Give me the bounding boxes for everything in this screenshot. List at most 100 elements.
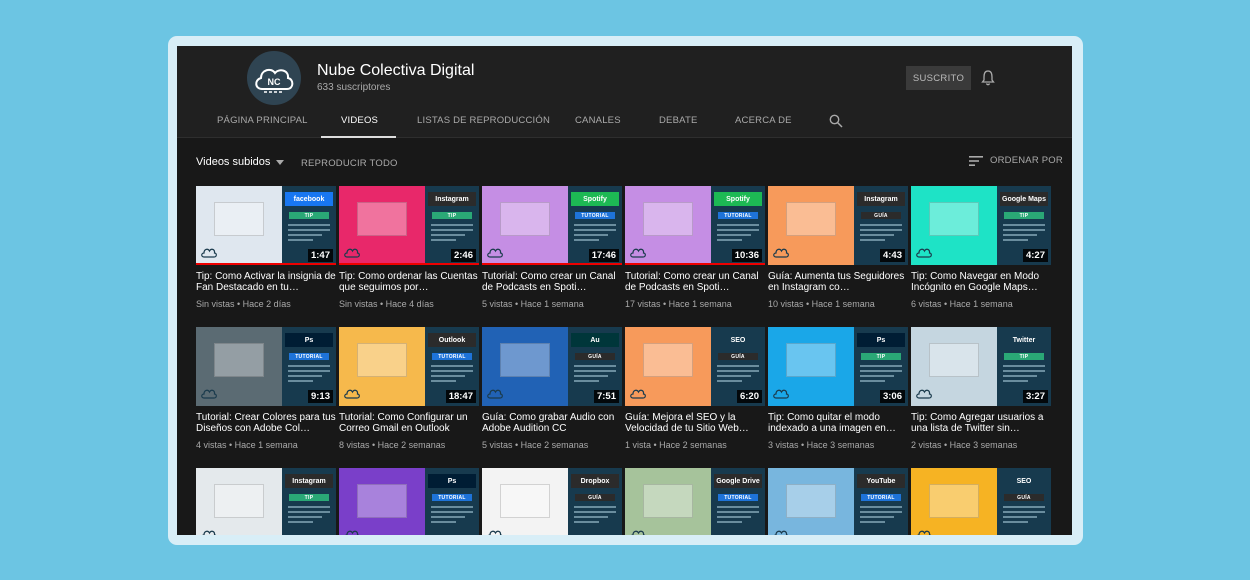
video-card[interactable]: Google Maps TIP 4:27 Tip: Como Navegar en M… [911, 186, 1051, 316]
subscriber-count: 633 suscriptores [317, 82, 391, 93]
video-title[interactable]: Tip: Como Activar la insignia de Fan Des… [196, 271, 336, 293]
video-thumbnail[interactable]: Google Maps TIP 4:27 [911, 186, 1051, 265]
thumbnail-art [196, 468, 282, 535]
video-card[interactable]: Spotify TUTORIAL 17:46 Tutorial: Como crear… [482, 186, 622, 316]
video-title[interactable]: Tutorial: Como crear un Canal de Podcast… [482, 271, 622, 293]
video-title[interactable]: Tip: Como Agregar usuarios a una lista d… [911, 412, 1051, 434]
video-thumbnail[interactable]: Instagram TIP 2:46 [339, 186, 479, 265]
video-card[interactable]: facebook TIP 1:47 Tip: Como Activar la insi… [196, 186, 336, 316]
video-title[interactable]: Guía: Aumenta tus Seguidores en Instagra… [768, 271, 908, 293]
video-thumbnail[interactable]: YouTube TUTORIAL [768, 468, 908, 535]
tab-discussion[interactable]: DEBATE [659, 115, 698, 126]
thumbnail-art [911, 327, 997, 406]
video-meta: 5 vistas • Hace 1 semana [482, 299, 584, 309]
video-title[interactable]: Guía: Mejora el SEO y la Velocidad de tu… [625, 412, 765, 434]
brand-badge: SEO [1000, 474, 1048, 488]
brand-badge: Spotify [714, 192, 762, 206]
video-card[interactable]: Spotify TUTORIAL 10:36 Tutorial: Como crear… [625, 186, 765, 316]
video-card[interactable]: Outlook TUTORIAL 18:47 Tutorial: Como Confi… [339, 327, 479, 457]
cloud-logo-icon [917, 530, 932, 535]
video-thumbnail[interactable]: Ps TUTORIAL 9:13 [196, 327, 336, 406]
video-thumbnail[interactable]: Dropbox GUÍA [482, 468, 622, 535]
thumbnail-info-panel: Ps TUTORIAL [425, 468, 479, 535]
video-card[interactable]: Ps TUTORIAL [339, 468, 479, 535]
video-type-tag: TUTORIAL [432, 353, 472, 360]
browser-frame: NC Nube Colectiva Digital 633 suscriptor… [168, 36, 1083, 545]
video-title[interactable]: Tutorial: Como crear un Canal de Podcast… [625, 271, 765, 293]
video-thumbnail[interactable]: SEO GUÍA 6:20 [625, 327, 765, 406]
thumbnail-caption-lines [574, 365, 616, 385]
video-duration: 9:13 [307, 390, 333, 403]
bell-icon[interactable] [981, 69, 995, 86]
video-card[interactable]: Dropbox GUÍA [482, 468, 622, 535]
thumbnail-art [625, 186, 711, 265]
video-type-tag: TUTORIAL [718, 494, 758, 501]
video-card[interactable]: Ps TIP 3:06 Tip: Como quitar el modo indexa… [768, 327, 908, 457]
video-card[interactable]: Instagram TIP 2:46 Tip: Como ordenar las Cu… [339, 186, 479, 316]
brand-badge: YouTube [857, 474, 905, 488]
video-thumbnail[interactable]: Au GUÍA 7:51 [482, 327, 622, 406]
video-meta: 1 vista • Hace 2 semanas [625, 440, 727, 450]
video-card[interactable]: Instagram GUÍA 4:43 Guía: Aumenta tus Segui… [768, 186, 908, 316]
cloud-logo-icon [201, 248, 217, 258]
video-thumbnail[interactable]: Ps TIP 3:06 [768, 327, 908, 406]
video-duration: 4:27 [1022, 249, 1048, 262]
video-title[interactable]: Guía: Como grabar Audio con Adobe Auditi… [482, 412, 622, 434]
brand-badge: Ps [857, 333, 905, 347]
tab-about[interactable]: ACERCA DE [735, 115, 792, 126]
thumbnail-art [196, 186, 282, 265]
sort-by-button[interactable]: ORDENAR POR [969, 155, 1063, 166]
video-thumbnail[interactable]: Twitter TIP 3:27 [911, 327, 1051, 406]
video-card[interactable]: Au GUÍA 7:51 Guía: Como grabar Audio con Ad… [482, 327, 622, 457]
thumbnail-art [768, 468, 854, 535]
video-duration: 2:46 [450, 249, 476, 262]
tab-videos[interactable]: VIDEOS [341, 115, 378, 126]
thumbnail-info-panel: Google Drive TUTORIAL [711, 468, 765, 535]
brand-badge: Google Maps [1000, 192, 1048, 206]
video-title[interactable]: Tip: Como quitar el modo indexado a una … [768, 412, 908, 434]
subscribed-button[interactable]: SUSCRITO [906, 66, 971, 90]
cloud-logo-icon [773, 248, 789, 258]
uploads-filter-dropdown[interactable]: Videos subidos [196, 156, 285, 168]
brand-badge: Instagram [285, 474, 333, 488]
video-thumbnail[interactable]: facebook TIP 1:47 [196, 186, 336, 265]
video-thumbnail[interactable]: Google Drive TUTORIAL [625, 468, 765, 535]
video-thumbnail[interactable]: Spotify TUTORIAL 10:36 [625, 186, 765, 265]
video-thumbnail[interactable]: SEO GUÍA [911, 468, 1051, 535]
brand-badge: Instagram [857, 192, 905, 206]
play-all-button[interactable]: REPRODUCIR TODO [301, 158, 398, 169]
video-thumbnail[interactable]: Outlook TUTORIAL 18:47 [339, 327, 479, 406]
video-card[interactable]: Instagram TIP [196, 468, 336, 535]
video-type-tag: TIP [289, 212, 329, 219]
video-thumbnail[interactable]: Ps TUTORIAL [339, 468, 479, 535]
tab-channels[interactable]: CANALES [575, 115, 621, 126]
thumbnail-illustration [643, 343, 693, 377]
thumbnail-caption-lines [574, 506, 616, 526]
thumbnail-illustration [643, 484, 693, 518]
video-title[interactable]: Tip: Como ordenar las Cuentas que seguim… [339, 271, 479, 293]
thumbnail-art [339, 186, 425, 265]
video-card[interactable]: SEO GUÍA 6:20 Guía: Mejora el SEO y la Velo… [625, 327, 765, 457]
video-card[interactable]: SEO GUÍA [911, 468, 1051, 535]
video-thumbnail[interactable]: Instagram TIP [196, 468, 336, 535]
video-card[interactable]: Twitter TIP 3:27 Tip: Como Agregar usuarios… [911, 327, 1051, 457]
video-title[interactable]: Tutorial: Crear Colores para tus Diseños… [196, 412, 336, 434]
search-icon[interactable] [829, 114, 843, 128]
video-thumbnail[interactable]: Spotify TUTORIAL 17:46 [482, 186, 622, 265]
video-card[interactable]: Ps TUTORIAL 9:13 Tutorial: Crear Colores pa… [196, 327, 336, 457]
video-type-tag: TUTORIAL [432, 494, 472, 501]
video-thumbnail[interactable]: Instagram GUÍA 4:43 [768, 186, 908, 265]
channel-avatar[interactable]: NC [247, 51, 301, 105]
tab-home[interactable]: PÁGINA PRINCIPAL [217, 115, 308, 126]
video-duration: 3:06 [879, 390, 905, 403]
video-title[interactable]: Tutorial: Como Configurar un Correo Gmai… [339, 412, 479, 434]
avatar-initials: NC [268, 77, 281, 87]
video-type-tag: TIP [289, 494, 329, 501]
tab-playlists[interactable]: LISTAS DE REPRODUCCIÓN [417, 115, 550, 126]
video-type-tag: TUTORIAL [575, 212, 615, 219]
thumbnail-art [482, 468, 568, 535]
video-title[interactable]: Tip: Como Navegar en Modo Incógnito en G… [911, 271, 1051, 293]
video-card[interactable]: YouTube TUTORIAL [768, 468, 908, 535]
thumbnail-illustration [786, 202, 836, 236]
video-card[interactable]: Google Drive TUTORIAL [625, 468, 765, 535]
